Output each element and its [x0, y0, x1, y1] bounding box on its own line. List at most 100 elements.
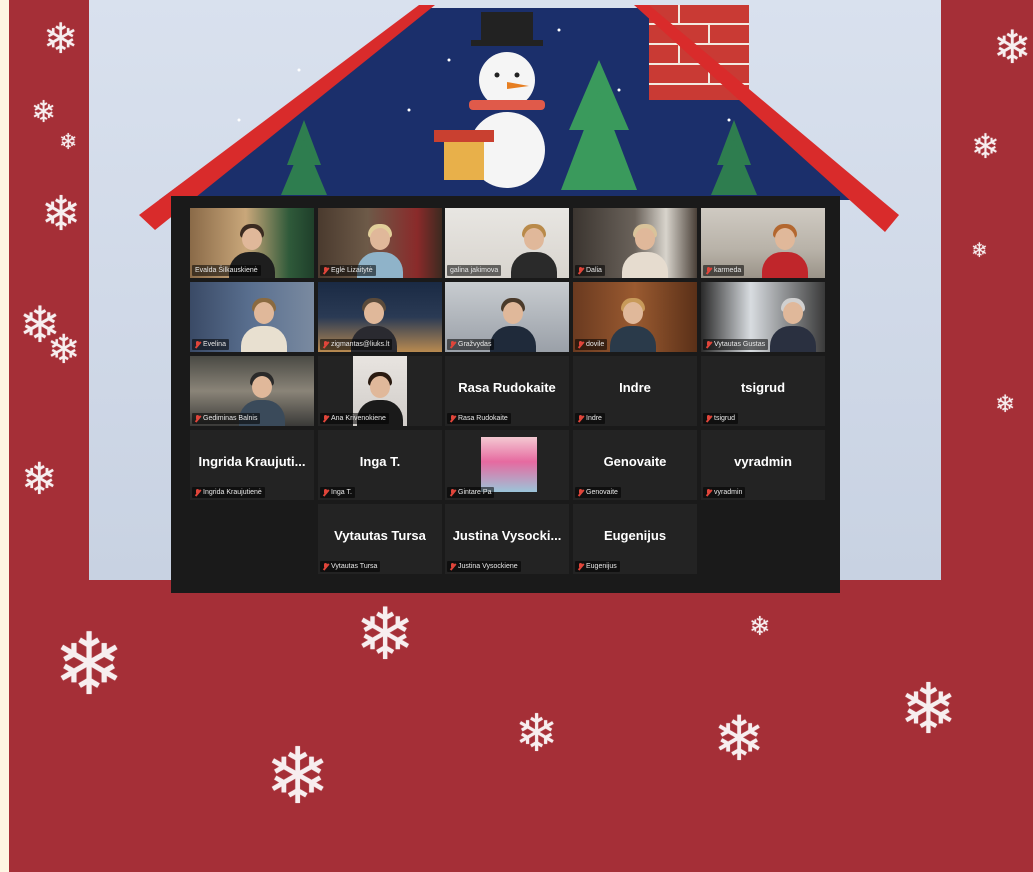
participant-name-label: Inga T.: [320, 487, 355, 498]
snowflake-icon: ❄: [47, 327, 81, 373]
participant-tile[interactable]: Eglė Lizaitytė: [318, 208, 442, 278]
participant-tile[interactable]: Justina Vysocki... Justina Vysockiene: [445, 504, 569, 574]
snowflake-icon: ❄: [53, 615, 126, 715]
participant-tile[interactable]: Evalda Šilkauskienė: [190, 208, 314, 278]
participant-name-label: Gintare Pa: [447, 487, 495, 498]
participant-name: Ana Krivenokiene: [331, 415, 386, 422]
participant-name-label: vyradmin: [703, 487, 746, 498]
participant-tile[interactable]: tsigrud tsigrud: [701, 356, 825, 426]
participant-name-label: Evelina: [192, 339, 229, 350]
participant-video: [241, 296, 288, 352]
participant-tile[interactable]: Gražvydas: [445, 282, 569, 352]
participant-display-name: tsigrud: [740, 380, 786, 395]
participant-name: karmeda: [714, 267, 742, 274]
participant-tile[interactable]: Indre Indre: [573, 356, 697, 426]
participant-name: Rasa Rudokaite: [458, 415, 508, 422]
participant-name: Gražvydas: [458, 341, 492, 348]
participant-video: [511, 222, 558, 278]
participant-tile[interactable]: Evelina: [190, 282, 314, 352]
participant-name: Evelina: [203, 341, 226, 348]
participant-name: zigmantas@liuks.lt: [331, 341, 390, 348]
microphone-muted-icon: [578, 562, 584, 571]
participant-tile[interactable]: Ingrida Kraujuti... Ingrida Kraujutienė: [190, 430, 314, 500]
snowflake-icon: ❄: [43, 14, 79, 63]
participant-tile[interactable]: Ana Krivenokiene: [318, 356, 442, 426]
microphone-muted-icon: [578, 340, 584, 349]
snowflake-icon: ❄: [749, 612, 771, 642]
participant-name-label: tsigrud: [703, 413, 739, 424]
participant-name: dovile: [586, 341, 605, 348]
snowflake-icon: ❄: [265, 732, 331, 822]
microphone-muted-icon: [323, 266, 329, 275]
participant-tile[interactable]: Eugenijus Eugenijus: [573, 504, 697, 574]
snowflake-icon: ❄: [41, 186, 82, 242]
snowflake-icon: ❄: [993, 20, 1032, 74]
snowflake-icon: ❄: [971, 238, 988, 262]
participant-display-name: Genovaite: [603, 454, 667, 469]
participant-name: Genovaite: [586, 489, 618, 496]
participant-tile[interactable]: karmeda: [701, 208, 825, 278]
participant-name-label: Gražvydas: [447, 339, 495, 350]
participant-display-name: Ingrida Kraujuti...: [198, 454, 306, 469]
participant-tile-active-speaker[interactable]: galina jakimova: [445, 208, 569, 278]
microphone-muted-icon: [706, 488, 712, 497]
participant-name: vyradmin: [714, 489, 743, 496]
participant-tile[interactable]: zigmantas@liuks.lt: [318, 282, 442, 352]
participant-name: Eglė Lizaitytė: [331, 267, 373, 274]
participant-name: Ingrida Kraujutienė: [203, 489, 262, 496]
participant-video: [621, 222, 668, 278]
microphone-muted-icon: [323, 562, 329, 571]
participant-tile[interactable]: Gintare Pa: [445, 430, 569, 500]
participant-tile[interactable]: Dalia: [573, 208, 697, 278]
microphone-muted-icon: [706, 266, 712, 275]
microphone-muted-icon: [578, 488, 584, 497]
participant-name: Justina Vysockiene: [458, 563, 518, 570]
microphone-muted-icon: [323, 488, 329, 497]
snowflake-icon: ❄: [21, 454, 58, 505]
participant-name-label: Evalda Šilkauskienė: [192, 265, 261, 276]
participant-name: Inga T.: [331, 489, 352, 496]
microphone-muted-icon: [323, 414, 329, 423]
participant-name: Dalia: [586, 267, 602, 274]
participant-name-label: Dalia: [575, 265, 605, 276]
participant-tile[interactable]: dovile: [573, 282, 697, 352]
participant-display-name: Vytautas Tursa: [334, 528, 426, 543]
participant-tile[interactable]: vyradmin vyradmin: [701, 430, 825, 500]
participant-name-label: Vytautas Gustas: [703, 339, 769, 350]
participant-video: [769, 296, 816, 352]
microphone-muted-icon: [578, 414, 584, 423]
participant-name-label: Rasa Rudokaite: [447, 413, 511, 424]
snowflake-icon: ❄: [355, 592, 416, 676]
participant-tile[interactable]: Rasa Rudokaite Rasa Rudokaite: [445, 356, 569, 426]
snowflake-icon: ❄: [515, 704, 559, 764]
participant-name-label: Eglė Lizaitytė: [320, 265, 376, 276]
participant-name: Indre: [586, 415, 602, 422]
participant-tile[interactable]: Vytautas Tursa Vytautas Tursa: [318, 504, 442, 574]
participant-name-label: Vytautas Tursa: [320, 561, 381, 572]
participant-name-label: Gediminas Balnis: [192, 413, 261, 424]
participant-tile[interactable]: Vytautas Gustas: [701, 282, 825, 352]
microphone-muted-icon: [195, 414, 201, 423]
participant-name: Vytautas Gustas: [714, 341, 766, 348]
participant-name-label: Eugenijus: [575, 561, 620, 572]
participant-profile-photo: [481, 437, 537, 492]
participant-tile[interactable]: Genovaite Genovaite: [573, 430, 697, 500]
participant-name-label: Justina Vysockiene: [447, 561, 521, 572]
participant-tile[interactable]: Gediminas Balnis: [190, 356, 314, 426]
participant-name: Gediminas Balnis: [203, 415, 258, 422]
participant-display-name: Inga T.: [359, 454, 401, 469]
microphone-muted-icon: [195, 488, 201, 497]
microphone-muted-icon: [323, 340, 329, 349]
microphone-muted-icon: [578, 266, 584, 275]
microphone-muted-icon: [195, 340, 201, 349]
participant-tile[interactable]: Inga T. Inga T.: [318, 430, 442, 500]
participant-name-label: karmeda: [703, 265, 745, 276]
participant-name-label: Genovaite: [575, 487, 621, 498]
participant-name-label: zigmantas@liuks.lt: [320, 339, 393, 350]
snowflake-icon: ❄: [971, 127, 1000, 167]
participant-name: Gintare Pa: [458, 489, 492, 496]
participant-name: Evalda Šilkauskienė: [195, 267, 258, 274]
participant-display-name: Indre: [619, 380, 651, 395]
participant-name-label: dovile: [575, 339, 608, 350]
participant-display-name: vyradmin: [734, 454, 792, 469]
